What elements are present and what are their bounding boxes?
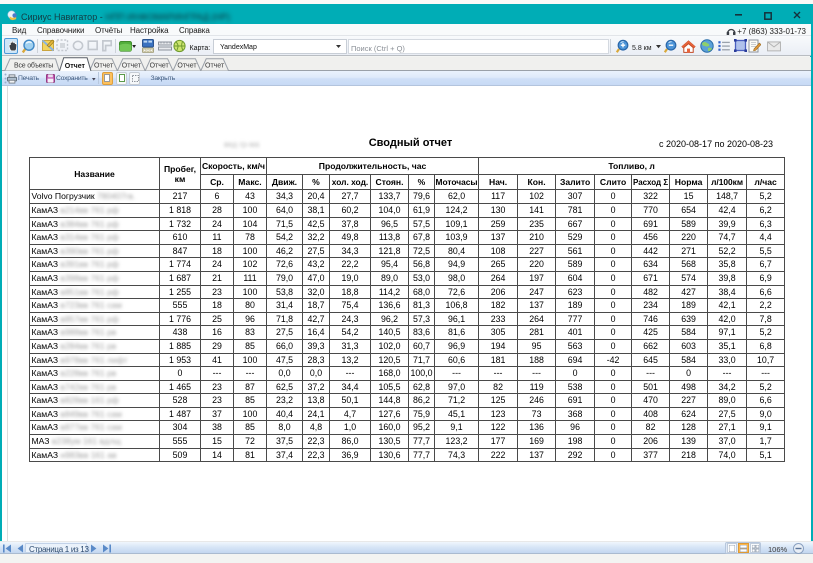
svg-text:Отчет: Отчет (65, 63, 86, 70)
svg-text:Отчет: Отчет (94, 63, 114, 70)
svg-text:Отчет: Отчет (122, 63, 142, 70)
svg-text:Отчет: Отчет (205, 63, 225, 70)
svg-text:Отчет: Отчет (150, 63, 170, 70)
svg-text:Отчет: Отчет (177, 63, 197, 70)
svg-text:Все объекты: Все объекты (14, 62, 53, 70)
